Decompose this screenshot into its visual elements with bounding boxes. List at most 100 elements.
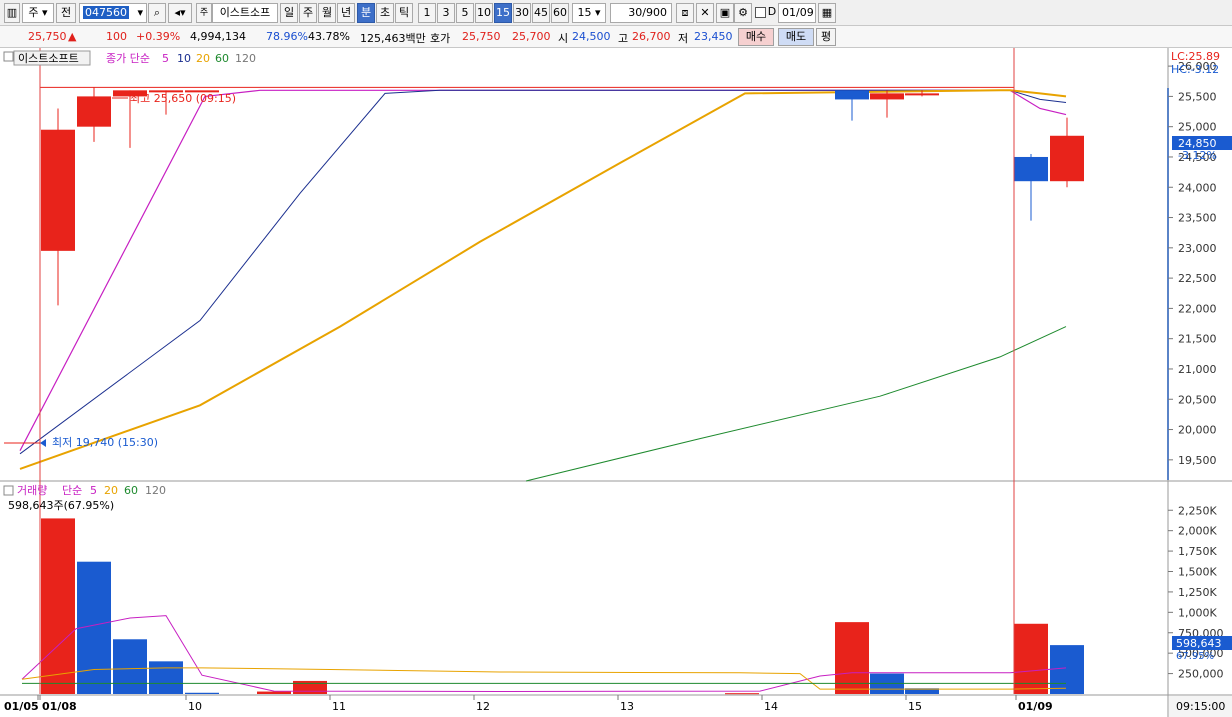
sell-button[interactable]: 매도: [778, 28, 814, 46]
volume-y-tick-label: 2,000K: [1178, 525, 1217, 538]
interval-60[interactable]: 60: [551, 3, 569, 23]
type-select[interactable]: 주 ▾: [22, 3, 54, 23]
x-axis-label: 10: [188, 700, 202, 713]
vol-legend-ma5: 5: [90, 484, 97, 497]
candle-body: [1050, 135, 1084, 182]
price-y-tick-label: 20,000: [1178, 424, 1217, 437]
interval-3[interactable]: 3: [437, 3, 455, 23]
candle-type-icon[interactable]: ⧈: [676, 3, 694, 23]
trade-amount: 125,463백만: [360, 32, 426, 45]
volume-y-tick-label: 2,250K: [1178, 504, 1217, 517]
volume-legend-title: 거래량: [17, 484, 47, 497]
trade-volume: 4,994,134: [190, 30, 246, 43]
candle-body: [1014, 156, 1048, 182]
vol-legend-ma120: 120: [145, 484, 166, 497]
low-label: 저: [678, 32, 689, 45]
price-change: 100: [106, 30, 127, 43]
price-legend-icon[interactable]: [3, 51, 14, 62]
candle-body: [905, 93, 939, 96]
interval-1[interactable]: 1: [418, 3, 436, 23]
volume-y-tick-label: 1,500K: [1178, 566, 1217, 579]
chart-svg[interactable]: 26,00025,50025,00024,50024,00023,50023,0…: [0, 48, 1232, 717]
speaker-icon[interactable]: ◂▾: [168, 3, 192, 23]
date-input[interactable]: 01/09: [778, 3, 816, 23]
open-price: 24,500: [572, 30, 611, 43]
date-checkbox[interactable]: [754, 3, 766, 23]
code-value: 047560: [83, 6, 129, 19]
chart-toolbar: ▥ 주 ▾ 전 047560 ▾ ⌕ ◂▾ 주 이스트소프 일 주 월 년 분 초…: [0, 0, 1232, 26]
volume-ratio-2: 43.78%: [308, 30, 350, 43]
period-tab-week[interactable]: 주: [299, 3, 317, 23]
chart-area[interactable]: 26,000 25,500 25,000 24,500 24,000 23,500 23,0…: [0, 48, 1232, 717]
price-y-tick-label: 21,500: [1178, 333, 1217, 346]
prev-button[interactable]: 전: [56, 3, 76, 23]
interval-select-value: 15: [577, 6, 592, 19]
price-scroll-handle[interactable]: [1167, 88, 1169, 480]
ask-price: 25,750: [462, 30, 501, 43]
eval-button[interactable]: 평: [816, 28, 836, 46]
price-y-tick-label: 24,000: [1178, 181, 1217, 194]
volume-bar: [1050, 645, 1084, 694]
period-tab-day[interactable]: 일: [280, 3, 298, 23]
period-tab-second[interactable]: 초: [376, 3, 394, 23]
code-dropdown-icon[interactable]: ▾: [137, 4, 143, 22]
stock-name-field[interactable]: 이스트소프: [212, 3, 278, 23]
chart-menu-icon[interactable]: ▥: [4, 3, 20, 23]
x-axis-label: 01/05: [4, 700, 39, 713]
hc-label: HC:-3.12: [1171, 63, 1219, 76]
legend-ma5: 5: [162, 52, 169, 65]
interval-45[interactable]: 45: [532, 3, 550, 23]
current-price-pct: -3.12%: [1178, 149, 1217, 162]
vol-legend-ma20: 20: [104, 484, 118, 497]
x-axis-label: 01/09: [1018, 700, 1053, 713]
volume-bar: [41, 518, 75, 694]
buy-button[interactable]: 매수: [738, 28, 774, 46]
save-icon[interactable]: ▣: [716, 3, 734, 23]
interval-30[interactable]: 30: [513, 3, 531, 23]
high-annotation: 최고 25,650 (09:15): [130, 92, 236, 105]
price-y-tick-label: 20,500: [1178, 393, 1217, 406]
search-icon[interactable]: ⌕: [148, 3, 166, 23]
low-annotation: 최저 19,740 (15:30): [52, 436, 158, 449]
price-y-tick-label: 22,500: [1178, 272, 1217, 285]
volume-bar: [185, 692, 219, 694]
calendar-icon[interactable]: ▦: [818, 3, 836, 23]
volume-bar: [149, 661, 183, 694]
interval-15[interactable]: 15: [494, 3, 512, 23]
crosshair-icon[interactable]: ✕: [696, 3, 714, 23]
interval-10[interactable]: 10: [475, 3, 493, 23]
period-tab-month[interactable]: 월: [318, 3, 336, 23]
candle-body: [870, 93, 904, 100]
code-input[interactable]: 047560 ▾: [79, 3, 147, 23]
time-label: 09:15:00: [1176, 700, 1225, 713]
count-field[interactable]: 30/900: [610, 3, 672, 23]
x-axis-label: 01/08: [42, 700, 77, 713]
bid-price: 25,700: [512, 30, 551, 43]
current-price: 25,750: [28, 30, 67, 43]
price-panel-bg: [0, 48, 1168, 480]
quote-bar: 25,750 ▲ 100 +0.39% 4,994,134 78.96% 43.…: [0, 26, 1232, 48]
period-tab-minute[interactable]: 분: [357, 3, 375, 23]
period-tab-tick[interactable]: 틱: [395, 3, 413, 23]
open-label: 시: [558, 32, 569, 45]
legend-ma120: 120: [235, 52, 256, 65]
gear-icon[interactable]: ⚙: [734, 3, 752, 23]
x-axis-label: 12: [476, 700, 490, 713]
interval-5[interactable]: 5: [456, 3, 474, 23]
type-select-value: 주: [28, 6, 39, 19]
legend-ma10: 10: [177, 52, 191, 65]
x-axis-label: 11: [332, 700, 346, 713]
volume-bar: [725, 693, 759, 695]
volume-bar: [293, 680, 327, 694]
period-tab-year[interactable]: 년: [337, 3, 355, 23]
x-axis-label: 13: [620, 700, 634, 713]
price-y-tick-label: 19,500: [1178, 454, 1217, 467]
interval-select[interactable]: 15 ▾: [572, 3, 606, 23]
vol-legend-ma60: 60: [124, 484, 138, 497]
price-y-tick-label: 25,000: [1178, 121, 1217, 134]
x-axis-label: 15: [908, 700, 922, 713]
date-checkbox-label: D: [767, 5, 777, 18]
price-y-tick-label: 23,500: [1178, 212, 1217, 225]
stock-info-icon[interactable]: 주: [196, 3, 212, 23]
volume-legend-icon[interactable]: [3, 485, 14, 496]
